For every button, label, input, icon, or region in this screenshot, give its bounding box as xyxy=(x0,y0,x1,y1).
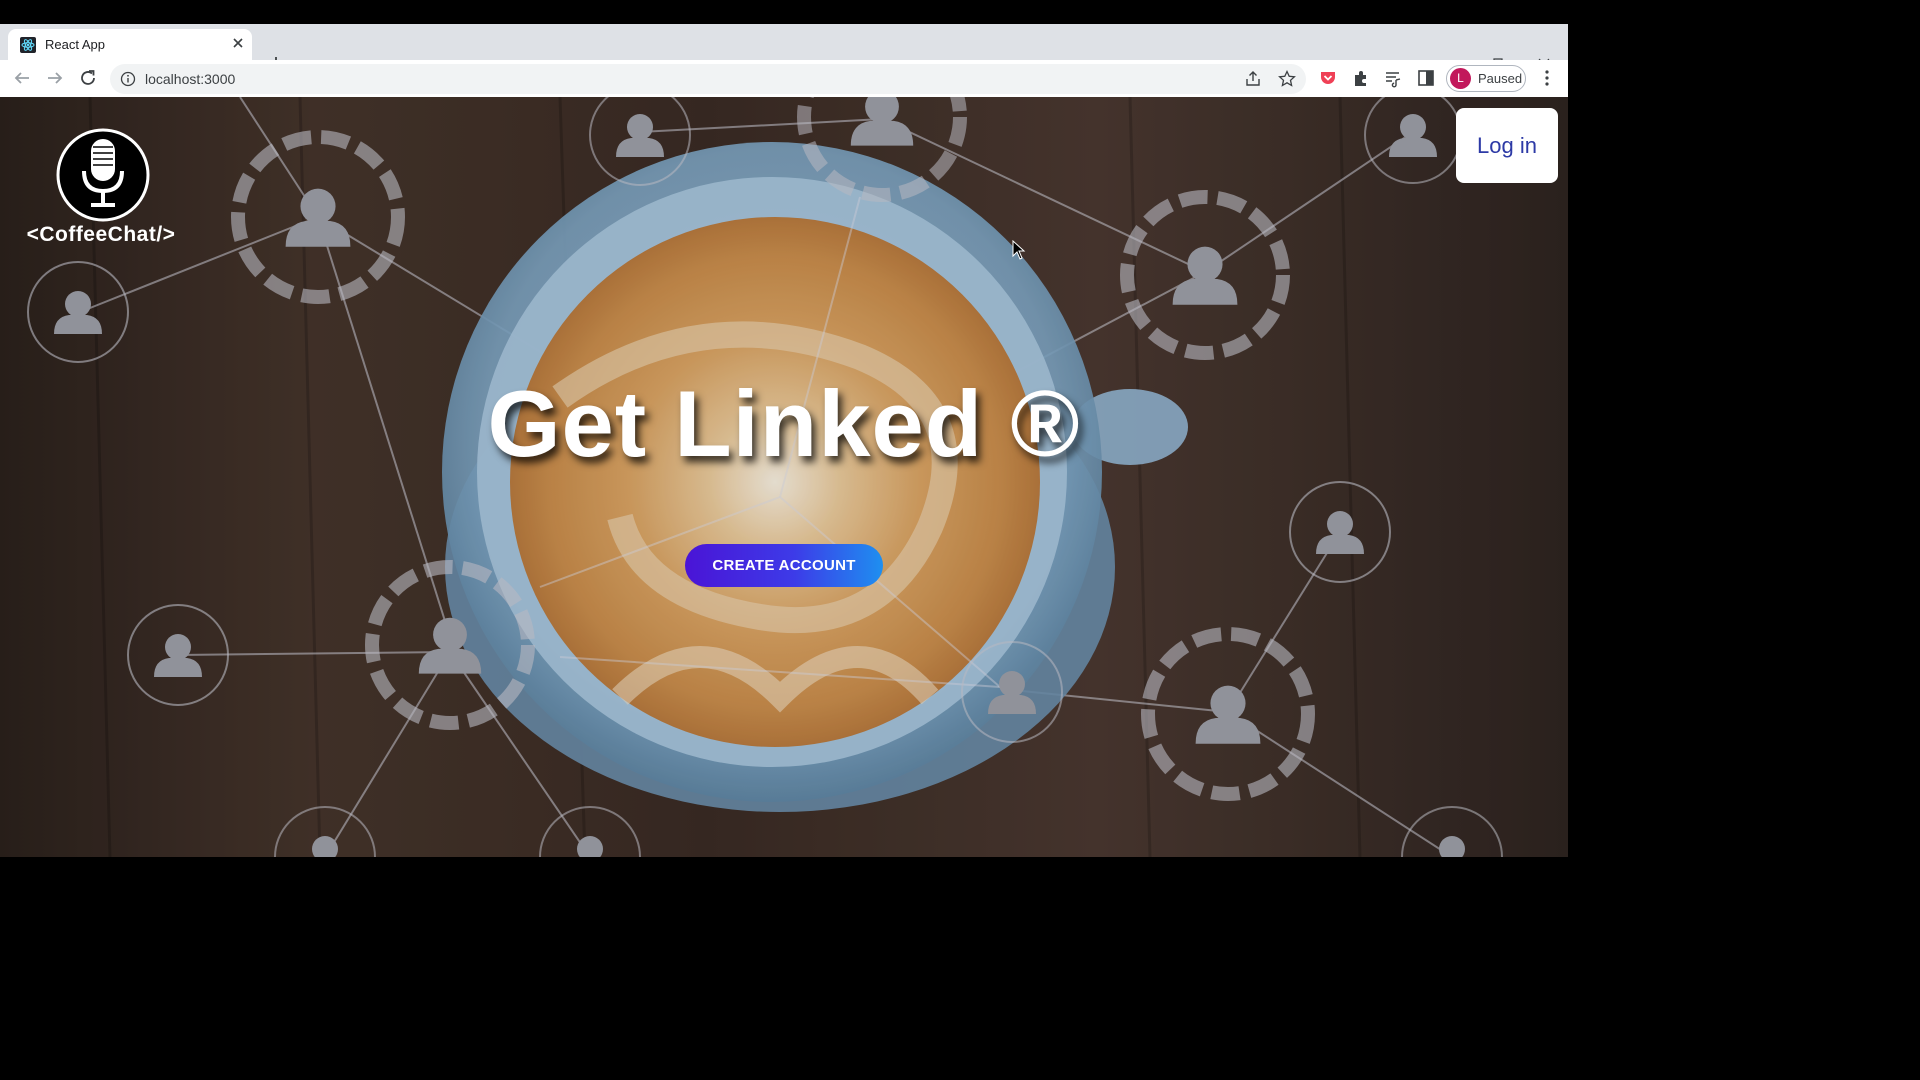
bookmark-star-icon[interactable] xyxy=(1277,69,1297,89)
window-top-border xyxy=(0,0,1568,24)
tab-strip: React App xyxy=(0,24,1568,71)
tab-title: React App xyxy=(45,37,105,52)
reading-list-icon[interactable] xyxy=(1382,67,1404,89)
close-tab-icon[interactable] xyxy=(229,34,247,52)
extensions-puzzle-icon[interactable] xyxy=(1350,67,1372,89)
window-bottom-border xyxy=(0,857,1568,882)
avatar: L xyxy=(1450,68,1471,89)
react-favicon-icon xyxy=(20,37,36,53)
profile-button[interactable]: L Paused xyxy=(1446,65,1526,92)
login-button[interactable]: Log in xyxy=(1456,108,1558,183)
browser-toolbar: localhost:3000 L Paused xyxy=(0,60,1568,97)
microphone-icon xyxy=(56,128,150,222)
create-account-button[interactable]: CREATE ACCOUNT xyxy=(685,544,883,587)
url-text: localhost:3000 xyxy=(145,71,236,87)
logo-text: <CoffeeChat/> xyxy=(26,223,176,246)
back-icon[interactable] xyxy=(10,66,34,90)
share-icon[interactable] xyxy=(1243,69,1263,89)
more-menu-icon[interactable] xyxy=(1536,67,1558,89)
side-panel-icon[interactable] xyxy=(1415,67,1437,89)
reload-icon[interactable] xyxy=(76,66,100,90)
pocket-extension-icon[interactable] xyxy=(1317,67,1339,89)
site-info-icon[interactable] xyxy=(120,71,136,87)
forward-icon[interactable] xyxy=(43,66,67,90)
coffeechat-logo[interactable]: <CoffeeChat/> xyxy=(16,127,186,252)
profile-status: Paused xyxy=(1478,71,1523,86)
page-viewport: <CoffeeChat/> Log in Get Linked ® CREATE… xyxy=(0,97,1568,857)
browser-tab[interactable]: React App xyxy=(8,29,252,60)
mouse-cursor-icon xyxy=(1012,240,1026,260)
hero-title: Get Linked ® xyxy=(487,371,1081,476)
address-bar[interactable]: localhost:3000 xyxy=(110,64,1306,94)
